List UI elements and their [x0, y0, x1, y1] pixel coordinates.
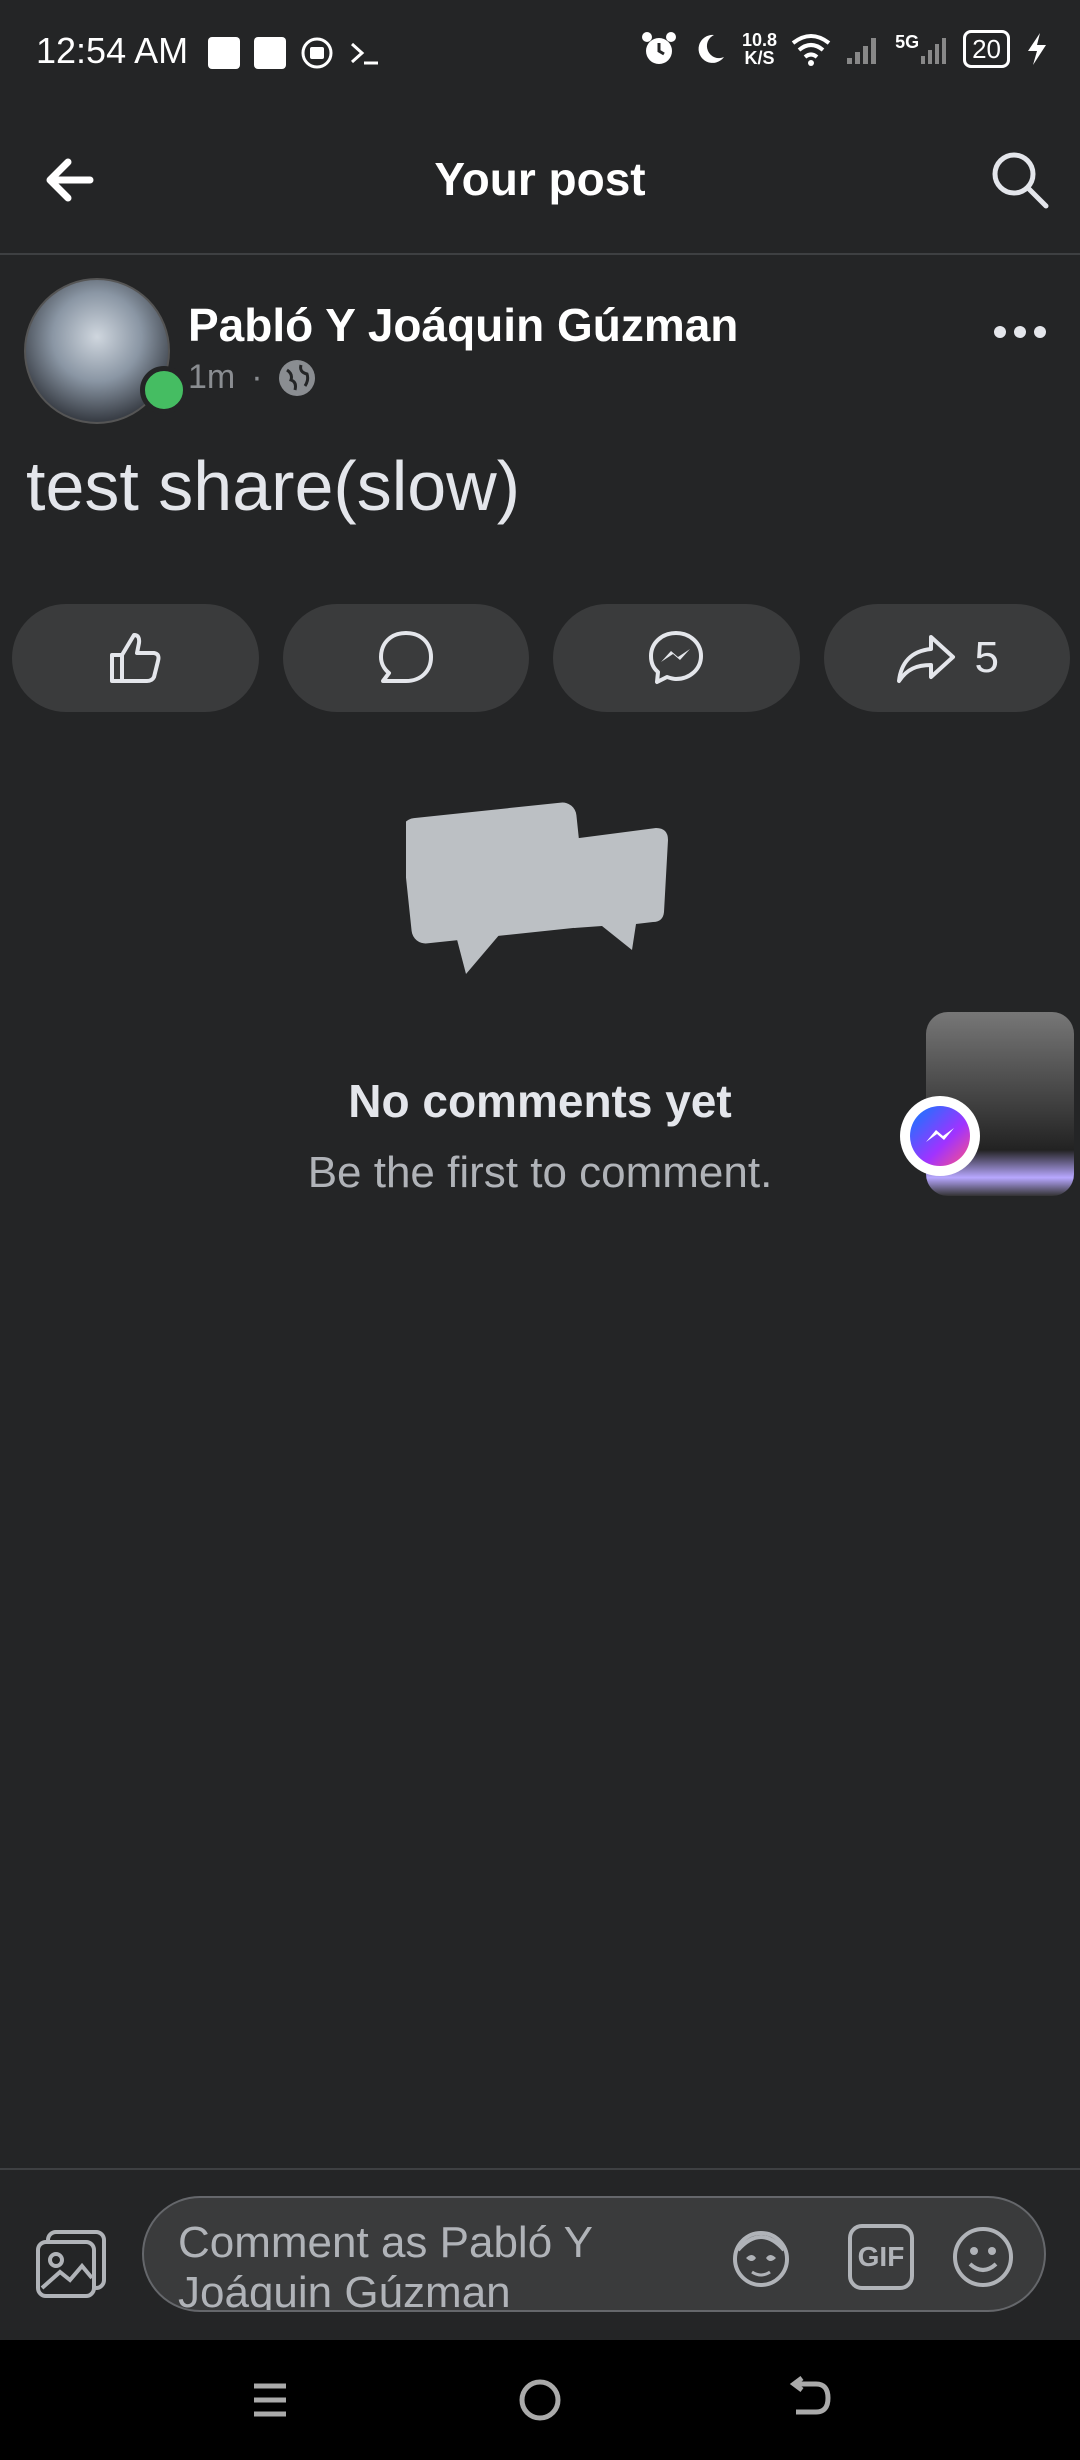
- page-title: Your post: [434, 153, 646, 205]
- signal-icon: [921, 38, 947, 64]
- post-author-name[interactable]: Pabló Y Joáquin Gúzman: [188, 298, 738, 352]
- globe-icon: [278, 359, 315, 396]
- post-text: test share(slow): [26, 447, 521, 525]
- thumbs-up-icon: [110, 633, 161, 683]
- charging-icon: [1028, 33, 1046, 65]
- photo-icon[interactable]: [34, 2224, 110, 2300]
- status-time: 12:54 AM: [36, 30, 189, 71]
- avatar-sticker-icon[interactable]: [728, 2224, 794, 2290]
- post-actions: 5: [12, 604, 1070, 712]
- comment-icon: [378, 631, 433, 683]
- gif-label: GIF: [857, 2241, 905, 2272]
- messenger-icon: [649, 631, 704, 684]
- comment-input[interactable]: Comment as Pabló Y Joáquin Gúzman GIF: [142, 2196, 1046, 2312]
- smiley-icon[interactable]: [950, 2224, 1016, 2290]
- home-icon[interactable]: [510, 2370, 570, 2430]
- notification-icons: [208, 36, 382, 70]
- messenger-bolt-icon: [926, 1128, 954, 1142]
- comment-placeholder: Comment as Pabló Y Joáquin Gúzman: [178, 2218, 593, 2312]
- terminal-icon: [350, 42, 378, 65]
- screen-record-icon: [301, 37, 333, 69]
- comment-button[interactable]: [282, 604, 529, 712]
- wifi-icon: [791, 34, 831, 66]
- empty-comments-icon: [406, 802, 668, 974]
- status-bar: 12:54 AM 10.8 K/S 5G 20: [0, 0, 1080, 110]
- meta-separator: ·: [251, 358, 263, 396]
- signal-icon: [847, 38, 877, 64]
- share-button[interactable]: 5: [823, 604, 1070, 712]
- notification-icon: [254, 37, 286, 69]
- status-right: 10.8 K/S 5G 20: [640, 30, 1050, 68]
- messenger-logo-icon: [910, 1106, 970, 1166]
- online-status-dot: [140, 366, 188, 414]
- alarm-icon: [642, 32, 677, 64]
- system-navigation-bar: [0, 2340, 1080, 2460]
- battery-indicator: 20: [963, 30, 1010, 68]
- messenger-badge[interactable]: [900, 1096, 980, 1176]
- network-type: 5G: [895, 32, 920, 52]
- net-speed-unit: K/S: [744, 48, 775, 68]
- post-meta: 1m ·: [188, 358, 315, 397]
- like-button[interactable]: [12, 604, 259, 712]
- comment-composer: Comment as Pabló Y Joáquin Gúzman GIF: [0, 2168, 1080, 2342]
- net-speed-value: 10.8: [742, 30, 778, 50]
- share-count: 5: [974, 633, 999, 682]
- back-icon[interactable]: [780, 2370, 840, 2430]
- net-speed: 10.8 K/S: [742, 31, 777, 67]
- top-app-bar: Your post: [0, 110, 1080, 255]
- recent-apps-icon[interactable]: [240, 2370, 300, 2430]
- more-options-icon[interactable]: [990, 318, 1050, 346]
- do-not-disturb-moon-icon: [698, 34, 725, 63]
- send-in-messenger-button[interactable]: [553, 604, 800, 712]
- gif-button[interactable]: GIF: [848, 2224, 914, 2290]
- notification-icon: [208, 37, 240, 69]
- search-icon[interactable]: [988, 148, 1052, 212]
- share-icon: [896, 635, 955, 683]
- post-time[interactable]: 1m: [188, 358, 235, 397]
- signal-5g: 5G: [895, 32, 949, 66]
